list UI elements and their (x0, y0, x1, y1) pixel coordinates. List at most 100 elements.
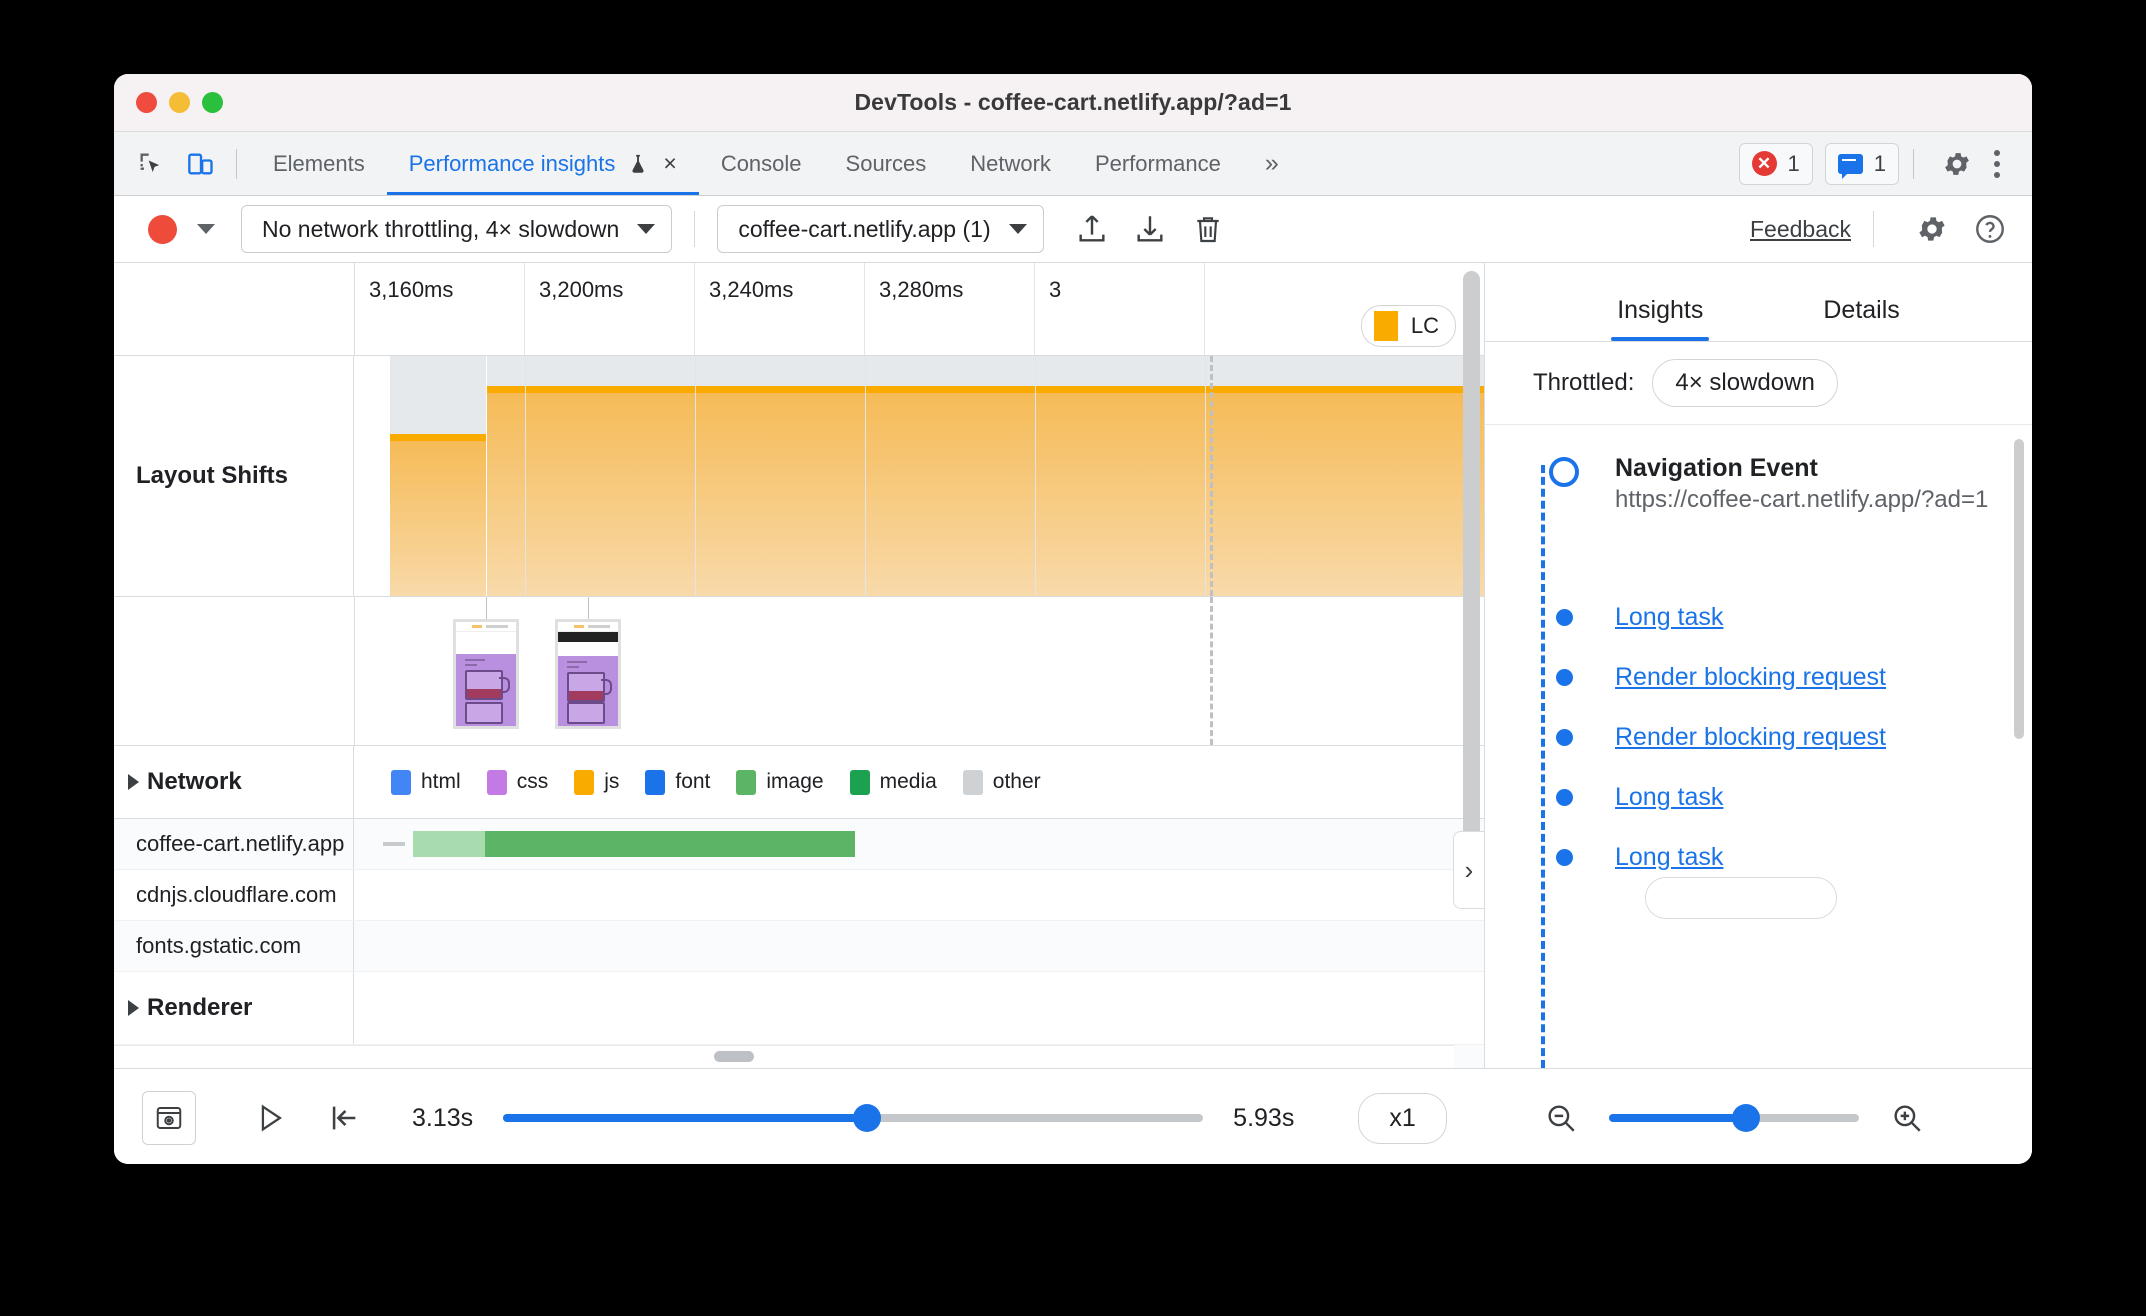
tab-sources[interactable]: Sources (824, 132, 949, 195)
tab-performance-label: Performance (1094, 150, 1221, 176)
close-tab-icon[interactable]: × (663, 152, 676, 175)
network-request-row[interactable]: cdnjs.cloudflare.com (114, 870, 1484, 921)
insight-link[interactable]: Long task (1615, 603, 1723, 632)
legend-item-other: other (962, 769, 1041, 795)
grid-line (695, 356, 696, 596)
screenshots-name-column (114, 597, 355, 745)
error-count-label: 1 (1787, 150, 1800, 176)
tab-performance-insights[interactable]: Performance insights × (387, 132, 699, 195)
device-toolbar-icon[interactable] (180, 143, 222, 185)
screenshot-leader-line (486, 597, 487, 619)
layout-shifts-track[interactable] (355, 356, 1484, 596)
play-icon[interactable] (244, 1092, 296, 1144)
timeline-horizontal-scrollbar[interactable] (114, 1045, 1454, 1068)
grid-line (525, 356, 526, 596)
ruler-name-column (114, 263, 355, 355)
insight-link[interactable]: Long task (1615, 843, 1723, 872)
time-range-slider[interactable] (503, 1104, 1204, 1132)
insight-item[interactable]: Long task (1515, 782, 2032, 843)
insight-pill-partial (1645, 877, 1837, 919)
sidebar-scrollbar[interactable] (2014, 439, 2024, 739)
insight-item[interactable]: Render blocking request (1515, 662, 2032, 723)
page-select[interactable]: coffee-cart.netlify.app (1) (717, 205, 1044, 253)
expand-sidebar-button[interactable]: › (1453, 831, 1484, 909)
insight-item[interactable]: Render blocking request (1515, 722, 2032, 783)
legend-swatch-icon (391, 769, 411, 795)
inspect-cursor-icon[interactable] (130, 143, 172, 185)
playback-speed-button[interactable]: x1 (1358, 1092, 1447, 1144)
layout-shift-cluster[interactable] (487, 356, 1484, 596)
network-legend: html css js font image media other (355, 746, 1484, 818)
kebab-menu-icon[interactable] (1978, 149, 2016, 178)
zoom-slider-fill (1608, 1114, 1747, 1122)
insight-item[interactable]: Long task (1515, 842, 2032, 919)
message-count-label: 1 (1873, 150, 1886, 176)
tab-details[interactable]: Details (1823, 296, 1899, 341)
request-queue-bar (383, 842, 405, 846)
network-request-row[interactable]: coffee-cart.netlify.app (114, 819, 1484, 870)
error-icon: ✕ (1751, 151, 1777, 176)
tab-network[interactable]: Network (948, 132, 1073, 195)
screenshot-thumbnail[interactable] (453, 619, 519, 729)
tabstrip-right-tools: ✕ 1 1 (1727, 142, 2033, 185)
tab-insights[interactable]: Insights (1611, 296, 1710, 341)
zoom-slider-knob[interactable] (1732, 1104, 1761, 1132)
error-count-button[interactable]: ✕ 1 (1738, 142, 1813, 185)
gear-icon[interactable] (1936, 143, 1978, 185)
network-request-name: fonts.gstatic.com (114, 921, 354, 971)
legend-item-html: html (391, 769, 461, 795)
legend-item-js: js (574, 769, 619, 795)
insight-link[interactable]: Long task (1615, 783, 1723, 812)
network-request-track (355, 921, 1484, 971)
tab-elements[interactable]: Elements (251, 132, 387, 195)
feedback-link[interactable]: Feedback (1750, 216, 1851, 243)
gear-icon[interactable] (1910, 207, 1954, 251)
network-section-header: Network html css js font image media oth… (114, 746, 1484, 819)
insight-link[interactable]: Render blocking request (1615, 723, 1886, 752)
message-count-button[interactable]: 1 (1824, 142, 1899, 185)
insight-link[interactable]: Render blocking request (1615, 663, 1886, 692)
timeline-vertical-scrollbar[interactable] (1463, 271, 1480, 891)
zoom-out-icon[interactable] (1535, 1092, 1587, 1144)
ruler-tick: 3,200ms (525, 263, 695, 355)
jump-to-start-icon[interactable] (318, 1092, 370, 1144)
request-wait-bar[interactable] (413, 831, 485, 857)
record-button[interactable] (148, 214, 177, 244)
chevron-down-icon (1008, 224, 1027, 234)
tab-performance[interactable]: Performance (1073, 132, 1243, 195)
scrollbar-thumb[interactable] (714, 1051, 754, 1062)
renderer-section-label: Renderer (147, 994, 253, 1021)
lcp-marker-badge[interactable]: LC (1360, 305, 1456, 347)
screenshot-thumbnail[interactable] (555, 619, 621, 729)
zoom-slider[interactable] (1608, 1104, 1859, 1132)
slider-knob[interactable] (853, 1104, 882, 1132)
ruler-tick: 3,280ms (865, 263, 1035, 355)
network-request-row[interactable]: fonts.gstatic.com (114, 921, 1484, 972)
title-bar: DevTools - coffee-cart.netlify.app/?ad=1 (114, 74, 2032, 132)
filmstrip-toggle-icon[interactable] (142, 1091, 196, 1145)
throttled-label: Throttled: (1533, 369, 1635, 396)
throttling-select[interactable]: No network throttling, 4× slowdown (241, 205, 673, 253)
lcp-marker-line (1210, 356, 1213, 596)
tab-console[interactable]: Console (699, 132, 824, 195)
toolbar-divider (236, 148, 237, 179)
zoom-in-icon[interactable] (1881, 1092, 1933, 1144)
more-tabs-icon[interactable]: » (1265, 149, 1279, 178)
trash-icon[interactable] (1186, 207, 1230, 251)
record-options-caret[interactable] (197, 224, 215, 234)
tab-network-label: Network (970, 150, 1051, 176)
help-icon[interactable] (1968, 207, 2012, 251)
request-download-bar[interactable] (485, 831, 855, 857)
network-section-label: Network (147, 768, 242, 795)
chevron-down-icon (637, 224, 656, 234)
navigation-event-title: Navigation Event (1615, 454, 1818, 482)
legend-item-media: media (849, 769, 937, 795)
layout-shift-cluster[interactable] (390, 356, 486, 596)
renderer-section-toggle[interactable]: Renderer (114, 972, 354, 1044)
insight-item[interactable]: Long task (1515, 602, 2032, 663)
slider-fill (503, 1114, 868, 1122)
network-section-toggle[interactable]: Network (114, 746, 354, 818)
upload-icon[interactable] (1070, 207, 1114, 251)
panel-tabs: Elements Performance insights × Console … (251, 132, 1279, 195)
download-icon[interactable] (1128, 207, 1172, 251)
